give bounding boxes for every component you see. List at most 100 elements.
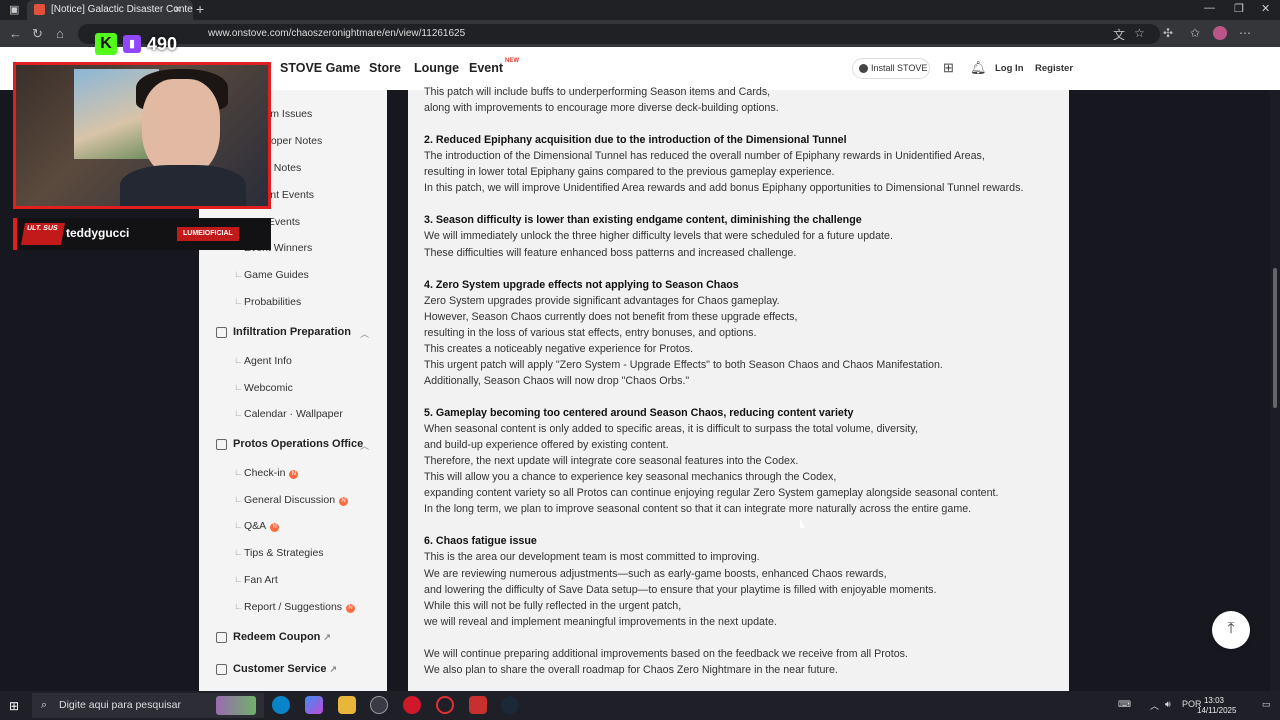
chevron-up-icon[interactable]: ︿ (360, 327, 369, 340)
stove-favicon-icon (34, 4, 45, 15)
register-link[interactable]: Register (1035, 63, 1073, 74)
stove-logo-icon (859, 64, 868, 73)
media-player-icon[interactable] (403, 696, 421, 714)
streamer-name: teddygucci (66, 226, 130, 240)
board-icon (216, 327, 227, 338)
copilot-icon[interactable] (305, 696, 323, 714)
sidebar-item-report-suggestions[interactable]: Report / SuggestionsN (234, 601, 356, 613)
section-label: Infiltration Preparation (233, 326, 351, 338)
paragraph-line: This is the area our development team is… (424, 551, 760, 564)
favorites-icon[interactable]: ✩ (1190, 26, 1200, 40)
sidebar-section-infiltration[interactable]: Infiltration Preparation (216, 326, 351, 338)
sidebar-item-tips-strategies[interactable]: Tips & Strategies (234, 547, 324, 559)
close-tab-icon[interactable]: × (174, 2, 181, 16)
tray-chevron-up-icon[interactable]: ︿ (1150, 699, 1159, 712)
keyboard-icon[interactable]: ⌨ (1118, 699, 1131, 710)
paragraph-line: Additionally, Season Chaos will now drop… (424, 374, 690, 387)
paragraph-line: and lowering the difficulty of Save Data… (424, 583, 937, 596)
scroll-to-top-button[interactable]: ⤒ (1212, 611, 1250, 649)
chevron-up-icon[interactable]: ︿ (360, 439, 369, 452)
sidebar-item-label: Q&A (244, 520, 267, 532)
reload-icon[interactable]: ↻ (32, 26, 43, 42)
section-label: Customer Service (233, 663, 327, 675)
section-label: Redeem Coupon (233, 631, 321, 643)
more-menu-icon[interactable]: ⋯ (1239, 26, 1251, 40)
external-link-icon: ↗ (323, 632, 331, 642)
extensions-icon[interactable]: ✣ (1163, 26, 1173, 40)
streamer-face (142, 79, 220, 177)
browser-chrome: ▣ [Notice] Galactic Disaster Conten × + … (0, 0, 1280, 47)
paragraph-line: We are reviewing numerous adjustments—su… (424, 567, 887, 580)
paragraph-line: Zero System upgrades provide significant… (424, 294, 780, 307)
windows-taskbar: ⊞ ⌕ Digite aqui para pesquisar ⌨ ︿ 🔊︎ PO… (0, 691, 1280, 720)
paragraph-line: This will allow you a chance to experien… (424, 471, 837, 484)
sidebar-item-agent-info[interactable]: Agent Info (234, 355, 292, 367)
paragraph-line: In this patch, we will improve Unidentif… (424, 182, 1024, 195)
edge-browser-icon[interactable] (272, 696, 290, 714)
new-badge: N (339, 497, 349, 506)
apps-grid-icon[interactable]: ⊞ (943, 60, 954, 76)
article-body: This patch will include buffs to underpe… (408, 86, 1069, 691)
sidebar-item-fan-art[interactable]: Fan Art (234, 574, 278, 586)
file-explorer-icon[interactable] (338, 696, 356, 714)
login-link[interactable]: Log In (995, 63, 1024, 74)
sidebar-item-qa[interactable]: Q&AN (234, 520, 280, 532)
paragraph-line: This urgent patch will apply "Zero Syste… (424, 358, 943, 371)
paragraph-line: We will immediately unlock the three hig… (424, 230, 893, 243)
nav-lounge[interactable]: Lounge (414, 61, 459, 75)
back-icon[interactable]: ← (9, 26, 22, 41)
nav-store[interactable]: Store (369, 61, 401, 75)
streaming-app-icon[interactable] (469, 696, 487, 714)
paragraph-line: When seasonal content is only added to s… (424, 423, 918, 436)
minimize-icon[interactable]: — (1204, 2, 1215, 14)
maximize-icon[interactable]: ❐ (1234, 2, 1244, 15)
url-field[interactable]: www.onstove.com/chaoszeronightmare/en/vi… (78, 24, 1160, 44)
steam-icon[interactable] (501, 696, 519, 714)
close-window-icon[interactable]: ✕ (1261, 2, 1270, 15)
opera-gx-icon[interactable] (436, 696, 454, 714)
sidebar-item-check-in[interactable]: Check-inN (234, 467, 299, 479)
sidebar-item-webcomic[interactable]: Webcomic (234, 382, 293, 394)
speaker-icon[interactable]: 🔊︎ (1165, 699, 1171, 710)
tab-menu-icon[interactable]: ▣ (9, 3, 19, 16)
notification-bell-icon[interactable]: 🔔︎ (970, 60, 987, 76)
obs-icon[interactable] (370, 696, 388, 714)
section-heading: 2. Reduced Epiphany acquisition due to t… (424, 134, 847, 147)
scrollbar-thumb[interactable] (1273, 268, 1277, 408)
sidebar-section-protos[interactable]: Protos Operations Office (216, 438, 363, 450)
viewer-count: 490 (147, 34, 178, 54)
nav-event[interactable]: Event (469, 61, 503, 75)
tab-active[interactable]: [Notice] Galactic Disaster Conten (27, 0, 193, 20)
taskbar-search[interactable]: ⌕ Digite aqui para pesquisar (32, 693, 264, 718)
sidebar-customer-service[interactable]: Customer Service ↗ (216, 663, 337, 675)
new-tab-icon[interactable]: + (196, 0, 204, 18)
taskbar-clock[interactable]: 13:03 14/11/2025 (1197, 696, 1236, 716)
paragraph-line: However, Season Chaos currently does not… (424, 310, 798, 323)
sidebar-item-general-discussion[interactable]: General DiscussionN (234, 494, 349, 506)
notifications-icon[interactable]: ▭ (1262, 699, 1271, 710)
sidebar-item-calendar-wallpaper[interactable]: Calendar · Wallpaper (234, 408, 343, 420)
section-heading: 6. Chaos fatigue issue (424, 535, 537, 548)
page-scrollbar[interactable] (1270, 90, 1280, 691)
section-heading: 5. Gameplay becoming too centered around… (424, 407, 854, 419)
sidebar-item-probabilities[interactable]: Probabilities (234, 296, 301, 308)
nav-stove-game[interactable]: STOVE Game (280, 61, 360, 75)
bookmark-star-icon[interactable]: ☆ (1134, 26, 1145, 40)
windows-start-icon[interactable]: ⊞ (9, 699, 19, 713)
home-icon[interactable]: ⌂ (56, 26, 64, 41)
sidebar-redeem-coupon[interactable]: Redeem Coupon ↗ (216, 631, 331, 643)
webcam-overlay (13, 62, 271, 209)
sponsor-tag: LUMEIOFICIAL (177, 227, 239, 241)
profile-avatar[interactable] (1213, 26, 1227, 40)
board-icon (216, 439, 227, 450)
install-stove-button[interactable]: Install STOVE (852, 58, 930, 79)
paragraph-line: Therefore, the next update will integrat… (424, 455, 799, 468)
tab-title: [Notice] Galactic Disaster Conten (51, 4, 193, 15)
paragraph-line: In the long term, we plan to improve sea… (424, 503, 972, 516)
sidebar-item-game-guides[interactable]: Game Guides (234, 269, 309, 281)
translate-icon[interactable]: 文 (1113, 26, 1125, 43)
new-badge: N (346, 604, 356, 613)
tab-bar: ▣ [Notice] Galactic Disaster Conten × + … (0, 0, 1280, 20)
paragraph-line: These difficulties will feature enhanced… (424, 246, 797, 259)
paragraph-line: The introduction of the Dimensional Tunn… (424, 150, 985, 163)
